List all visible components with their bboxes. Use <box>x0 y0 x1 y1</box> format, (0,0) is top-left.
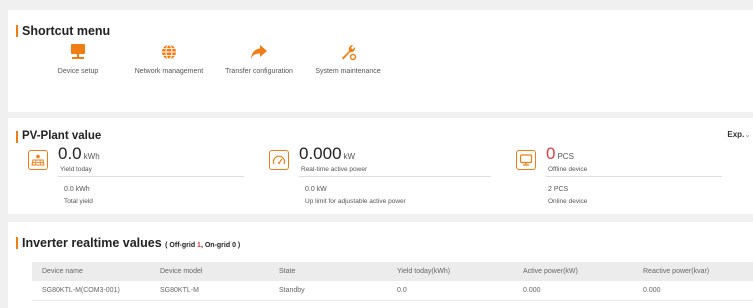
total-yield-value: 0.0 kWh <box>64 186 90 193</box>
expand-toggle[interactable]: Exp.⌄ <box>727 130 751 139</box>
metric-divider <box>546 176 722 177</box>
solar-panel-icon <box>28 150 48 170</box>
monitor-icon <box>71 44 85 59</box>
column-header-reactive-power: Reactive power(kvar) <box>633 262 753 281</box>
yield-today-value: 0.0 <box>58 144 82 163</box>
inverter-table: Device name Device model State Yield tod… <box>32 262 753 301</box>
metric-value: 0 PCS <box>546 144 574 164</box>
table-header-row: Device name Device model State Yield tod… <box>32 262 753 281</box>
metric-label: Offline device <box>548 166 588 173</box>
column-header-state: State <box>269 262 387 281</box>
shortcut-label: Network management <box>134 68 204 75</box>
inverter-title: Inverter realtime values ( Off-grid 1, O… <box>15 236 240 250</box>
cell-yield-today: 0.0 <box>387 281 513 301</box>
inverter-title-text: Inverter realtime values <box>22 236 162 250</box>
inverter-panel: Inverter realtime values ( Off-grid 1, O… <box>8 222 753 308</box>
grid-summary: ( Off-grid 1, On-grid 0 ) <box>165 242 240 249</box>
offline-device-unit: PCS <box>557 152 574 161</box>
pv-plant-title: PV-Plant value <box>15 130 102 143</box>
globe-icon <box>162 44 176 60</box>
online-device-value: 2 PCS <box>548 186 569 193</box>
metric-label: Yield today <box>60 166 92 173</box>
shortcut-label: Transfer configuration <box>225 68 293 75</box>
table-row[interactable]: SG80KTL-M(COM3-001) SG80KTL-M Standby 0.… <box>32 281 753 301</box>
share-arrow-icon <box>251 45 267 59</box>
cell-state: Standby <box>269 281 387 301</box>
active-power-unit: kW <box>343 152 356 161</box>
active-power-value: 0.000 <box>299 144 342 163</box>
chevron-down-icon: ⌄ <box>744 130 751 139</box>
pv-plant-panel: PV-Plant value Exp.⌄ 0.0 kWh Yield today … <box>8 118 753 214</box>
shortcut-transfer-configuration[interactable]: Transfer configuration <box>216 42 302 75</box>
shortcut-system-maintenance[interactable]: System maintenance <box>308 42 388 75</box>
metric-divider <box>58 176 244 177</box>
cell-device-name: SG80KTL-M(COM3-001) <box>32 281 150 301</box>
metric-label: Real-time active power <box>301 166 368 173</box>
shortcut-menu-panel: Shortcut menu Device setup Network manag… <box>8 10 753 112</box>
offline-device-value: 0 <box>546 144 556 163</box>
shortcut-menu-title: Shortcut menu <box>15 24 111 38</box>
metric-value: 0.0 kWh <box>58 144 100 164</box>
online-device-label: Online device <box>548 198 588 205</box>
column-header-device-model: Device model <box>150 262 269 281</box>
expand-label: Exp. <box>727 130 745 139</box>
gauge-icon <box>269 150 289 170</box>
cell-reactive-power: 0.000 <box>633 281 753 301</box>
metric-value: 0.000 kW <box>299 144 355 164</box>
metric-divider <box>299 176 491 177</box>
wrench-gear-icon <box>342 45 357 61</box>
shortcut-network-management[interactable]: Network management <box>127 42 211 75</box>
power-limit-value: 0.0 kW <box>305 186 327 193</box>
summary-mid: , On-grid <box>200 242 233 249</box>
power-limit-label: Up limit for adjustable active power <box>305 198 406 205</box>
total-yield-label: Total yield <box>64 198 93 205</box>
column-header-yield-today: Yield today(kWh) <box>387 262 513 281</box>
column-header-active-power: Active power(kW) <box>513 262 633 281</box>
shortcut-device-setup[interactable]: Device setup <box>52 42 104 75</box>
monitor-outline-icon <box>516 150 536 170</box>
shortcut-label: Device setup <box>57 68 99 75</box>
shortcut-label: System maintenance <box>315 68 381 75</box>
summary-open: ( Off-grid <box>165 242 198 249</box>
summary-close: ) <box>235 242 241 249</box>
cell-active-power: 0.000 <box>513 281 633 301</box>
cell-device-model: SG80KTL-M <box>150 281 269 301</box>
column-header-device-name: Device name <box>32 262 150 281</box>
yield-today-unit: kWh <box>83 152 100 161</box>
